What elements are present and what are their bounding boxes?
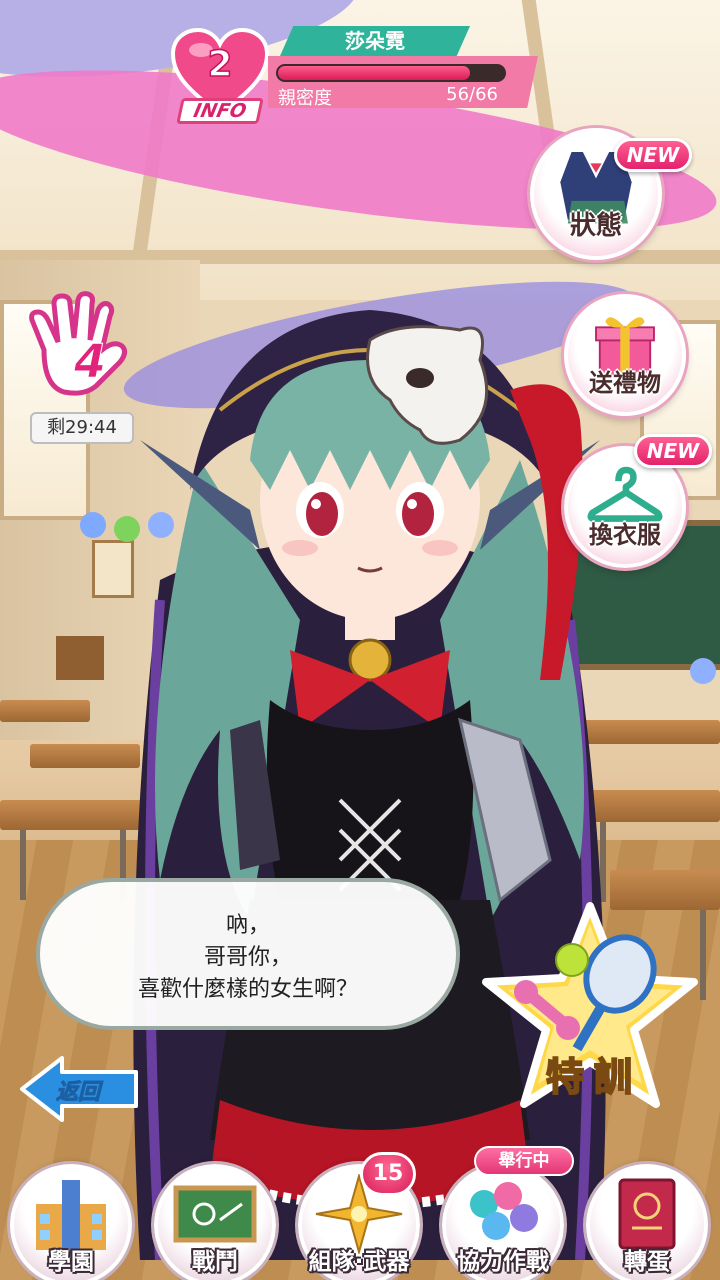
back-label: 返回 xyxy=(56,1080,101,1106)
dress-bodice xyxy=(266,700,474,900)
desk xyxy=(0,700,90,722)
nav-team-weapon-label: 組隊·武器 xyxy=(308,1249,410,1275)
dialogue-text: 吶， 哥哥你， 喜歡什麼樣的女生啊？ xyxy=(40,910,456,1006)
send-gift-button[interactable]: 送禮物 xyxy=(564,294,686,416)
outfit-new-badge: NEW xyxy=(634,434,712,468)
intimacy-bar-fill xyxy=(278,66,470,80)
nav-academy[interactable]: 學園 xyxy=(2,1150,140,1280)
tennis-ball-icon xyxy=(555,943,589,977)
skull-eye xyxy=(406,368,434,388)
intimacy-bar xyxy=(276,64,506,82)
bookshelf xyxy=(56,636,104,680)
character-name: 莎朵霓 xyxy=(280,26,470,56)
left-iris xyxy=(306,492,338,536)
co-op-ongoing-tag: 舉行中 xyxy=(474,1146,574,1176)
change-outfit-label: 換衣服 xyxy=(589,521,661,549)
nav-academy-label: 學園 xyxy=(48,1249,94,1275)
speech-bubble[interactable]: 吶， 哥哥你， 喜歡什麼樣的女生啊？ xyxy=(36,878,460,1030)
blush xyxy=(282,540,318,556)
dialogue-line: 哥哥你， xyxy=(203,945,292,970)
info-label: INFO xyxy=(176,98,264,124)
eye-highlight xyxy=(407,499,417,509)
recover-timer: 剩29:44 xyxy=(30,412,134,444)
affection-level: 2 xyxy=(207,43,234,86)
dialogue-line: 喜歡什麼樣的女生啊？ xyxy=(137,977,358,1002)
nav-battle-label: 戰鬥 xyxy=(192,1249,238,1275)
intimacy-panel: 親密度 56/66 xyxy=(268,56,538,108)
desk-leg xyxy=(700,910,706,1000)
status-new-badge: NEW xyxy=(614,138,692,172)
desk-leg xyxy=(20,830,26,900)
affection-info-button[interactable]: 2 INFO xyxy=(165,28,275,128)
neck xyxy=(345,600,395,640)
special-training-label: 特訓 xyxy=(545,1054,642,1100)
blush xyxy=(422,540,458,556)
status-label: 狀態 xyxy=(569,211,622,241)
dialogue-line: 吶， xyxy=(225,913,270,938)
nav-battle[interactable]: 戰鬥 xyxy=(146,1150,284,1280)
nav-co-op-label: 協力作戰 xyxy=(457,1249,549,1275)
nav-gacha-label: 轉蛋 xyxy=(624,1249,670,1275)
intimacy-label: 親密度 xyxy=(278,88,332,109)
send-gift-label: 送禮物 xyxy=(589,369,661,397)
flower-decoration xyxy=(690,658,716,684)
eye-highlight xyxy=(311,499,321,509)
team-notification-badge: 15 xyxy=(360,1152,416,1196)
touch-count: 4 xyxy=(73,334,106,389)
collar-gem xyxy=(348,638,392,682)
nav-gacha[interactable]: 轉蛋 xyxy=(578,1150,716,1280)
right-iris xyxy=(402,492,434,536)
intimacy-value: 56/66 xyxy=(446,84,498,105)
